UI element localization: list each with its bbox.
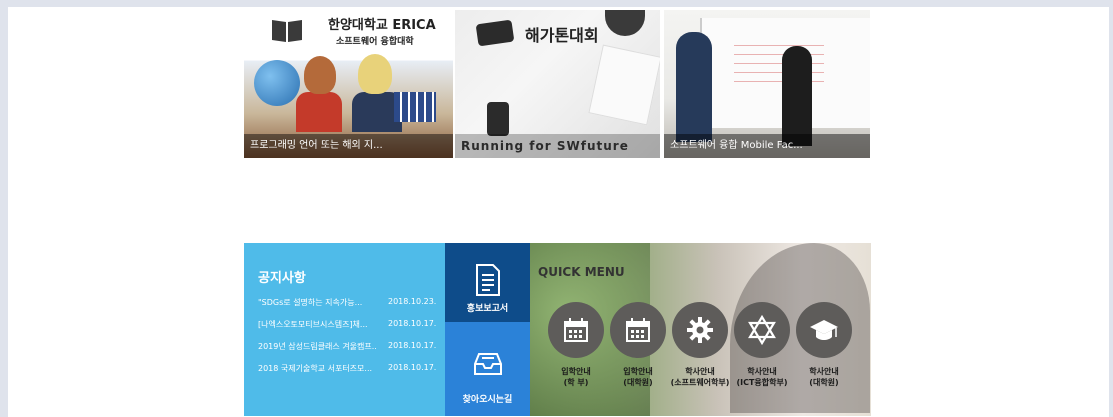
directions-label: 찾아오시는길 <box>462 395 513 405</box>
notice-date: 2018.10.17. <box>388 319 437 328</box>
quick-menu-heading: QUICK MENU <box>538 265 625 279</box>
quick-menu-label: 입학안내 <box>561 367 591 376</box>
notice-item[interactable]: "SDGs로 설명하는 지속가능... 2018.10.23. <box>258 297 436 319</box>
quick-menu-panel: QUICK MENU 입학안내 (학 부) 입학안내 (대학원) 학사안내 (소… <box>530 243 871 416</box>
news-thumbnail-hackathon[interactable]: 해가톤대회 Running for SWfuture <box>455 10 660 158</box>
globe-image <box>254 60 300 106</box>
child-image <box>296 92 342 132</box>
notice-date: 2018.10.23. <box>388 297 437 306</box>
child-head-image <box>304 56 336 94</box>
quick-menu-sublabel: (대학원) <box>809 378 839 387</box>
thumbnail-caption: 소프트웨어 융합 Mobile Fac... <box>664 134 870 158</box>
inbox-tray-icon <box>474 353 502 375</box>
child-head-image <box>358 54 392 94</box>
document-icon <box>476 264 500 296</box>
coffee-cup-image <box>605 10 645 36</box>
thumbnail-caption: 프로그래밍 언어 또는 해외 지... <box>244 134 453 158</box>
open-book-icon <box>272 20 302 42</box>
news-thumbnail-erica[interactable]: 한양대학교 ERICA 소프트웨어 융합대학 프로그래밍 언어 또는 해외 지.… <box>244 10 453 158</box>
notice-item[interactable]: 2018 국제기술학교 서포터즈모... 2018.10.17. <box>258 363 436 385</box>
graduation-cap-icon <box>796 302 852 358</box>
directions-button[interactable]: 찾아오시는길 <box>445 322 530 416</box>
phone-image <box>487 102 509 136</box>
thumbnail-caption: Running for SWfuture <box>455 134 660 158</box>
quick-menu-admission-undergrad[interactable]: 입학안내 (학 부) <box>546 302 606 388</box>
books-image <box>394 92 436 122</box>
notice-date: 2018.10.17. <box>388 341 437 350</box>
person-image <box>676 32 712 142</box>
phone-image <box>475 19 515 47</box>
notice-title[interactable]: 2018 국제기술학교 서포터즈모... <box>258 363 376 385</box>
person-image <box>782 46 812 146</box>
notice-panel: 공지사항 "SDGs로 설명하는 지속가능... 2018.10.23. [나엑… <box>244 243 445 416</box>
quick-menu-label: 학사안내 <box>809 367 839 376</box>
notice-item[interactable]: 2019년 삼성드림클래스 겨울캠프... 2018.10.17. <box>258 341 436 363</box>
quick-menu-academic-grad[interactable]: 학사안내 (대학원) <box>794 302 854 388</box>
top-strip <box>0 0 1113 7</box>
star-of-david-icon <box>734 302 790 358</box>
gear-icon <box>672 302 728 358</box>
notice-heading[interactable]: 공지사항 <box>258 267 306 286</box>
notice-list: "SDGs로 설명하는 지속가능... 2018.10.23. [나엑스오토모티… <box>258 297 436 385</box>
quick-menu-label: 학사안내 <box>685 367 715 376</box>
promo-report-button[interactable]: 홍보보고서 <box>445 243 530 322</box>
quick-menu-academic-ict[interactable]: 학사안내 (ICT융합학부) <box>732 302 792 388</box>
notice-item[interactable]: [나엑스오토모티브시스템즈]채... 2018.10.17. <box>258 319 436 341</box>
promo-report-label: 홍보보고서 <box>466 304 509 314</box>
quick-menu-admission-grad[interactable]: 입학안내 (대학원) <box>608 302 668 388</box>
quick-menu-sublabel: (ICT융합학부) <box>736 378 788 387</box>
quick-menu-sublabel: (대학원) <box>623 378 653 387</box>
notice-date: 2018.10.17. <box>388 363 437 372</box>
calendar-icon <box>548 302 604 358</box>
thumbnail-title: 한양대학교 ERICA <box>328 18 436 33</box>
news-thumbnail-mobile[interactable]: 소프트웨어 융합 Mobile Fac... <box>664 10 870 158</box>
paper-image <box>588 44 660 126</box>
notice-title[interactable]: 2019년 삼성드림클래스 겨울캠프... <box>258 341 376 363</box>
notice-title[interactable]: "SDGs로 설명하는 지속가능... <box>258 297 376 319</box>
thumbnail-subtitle: 소프트웨어 융합대학 <box>336 37 414 47</box>
quick-menu-sublabel: (학 부) <box>563 378 589 387</box>
quick-menu-sublabel: (소프트웨어학부) <box>670 378 730 387</box>
notice-title[interactable]: [나엑스오토모티브시스템즈]채... <box>258 319 376 341</box>
thumbnail-title: 해가톤대회 <box>525 26 599 45</box>
quick-menu-academic-software[interactable]: 학사안내 (소프트웨어학부) <box>670 302 730 388</box>
calendar-icon <box>610 302 666 358</box>
quick-menu-label: 학사안내 <box>747 367 777 376</box>
quick-menu-label: 입학안내 <box>623 367 653 376</box>
